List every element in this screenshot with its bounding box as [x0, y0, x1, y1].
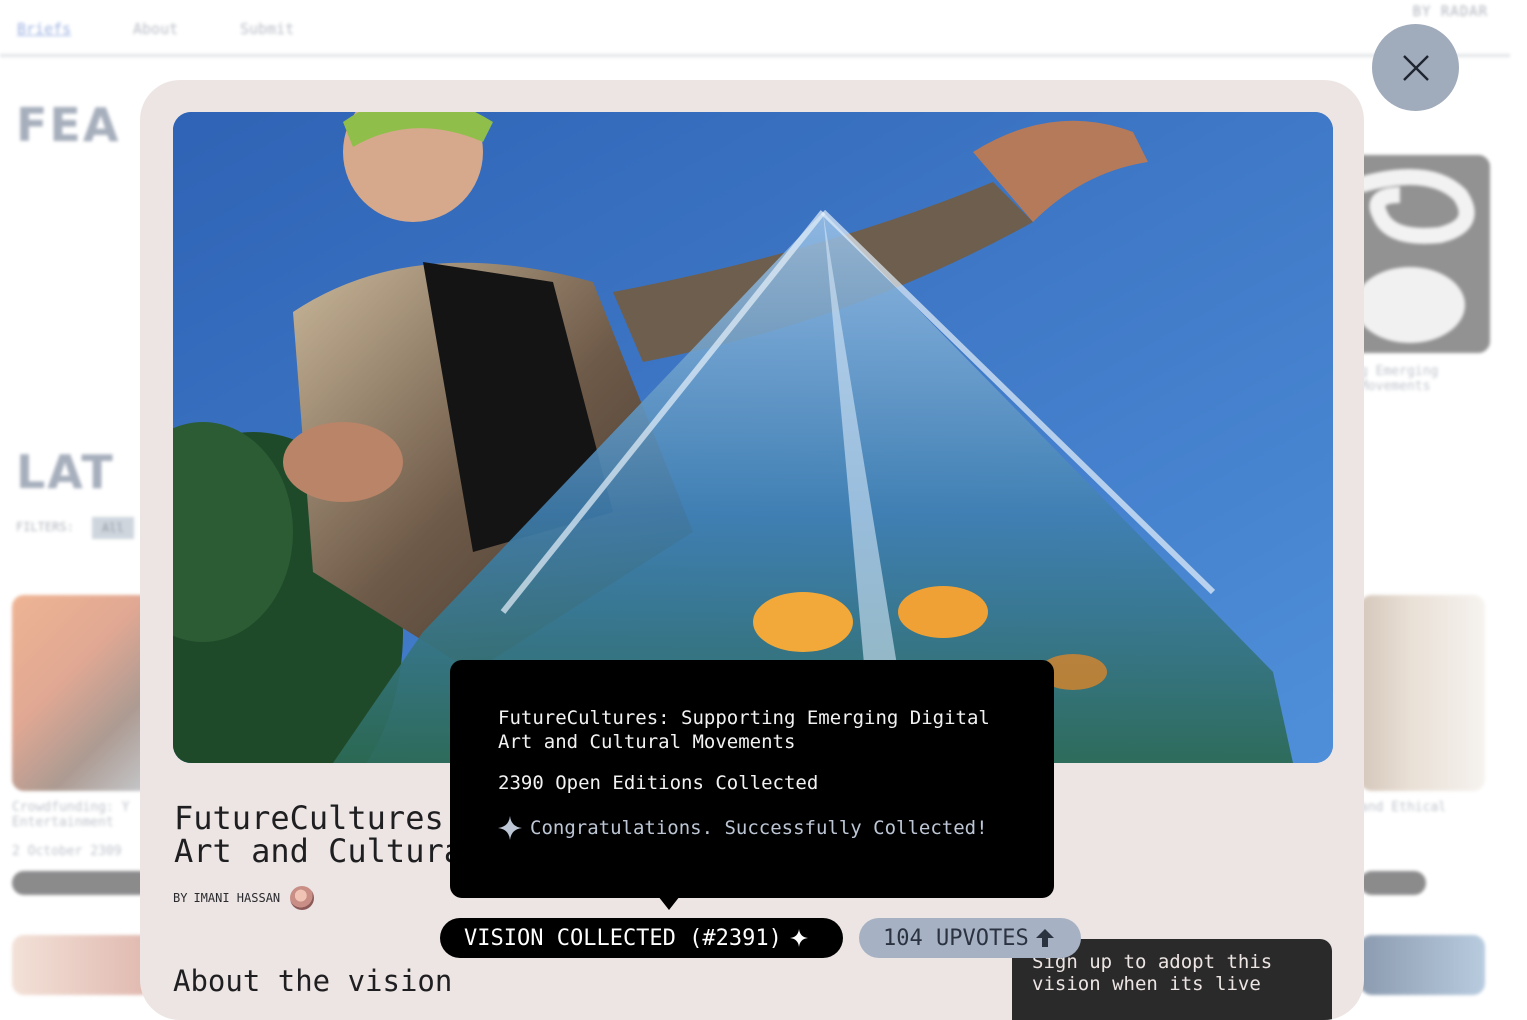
- author-avatar[interactable]: [290, 886, 315, 910]
- latest-card-left-text: Crowdfunding: Y Entertainment: [12, 800, 130, 830]
- upvotes-label: 104 UPVOTES: [883, 925, 1029, 951]
- latest-heading: LAT: [16, 445, 115, 499]
- tooltip-arrow: [658, 896, 680, 910]
- bottom-card-right-image[interactable]: [1360, 935, 1485, 995]
- sparkle-icon: [789, 929, 808, 947]
- byline-prefix: BY: [173, 891, 188, 905]
- collected-label: VISION COLLECTED (#2391): [464, 925, 782, 951]
- upvote-button[interactable]: 104 UPVOTES: [859, 918, 1081, 958]
- vision-collected-button[interactable]: VISION COLLECTED (#2391): [440, 918, 843, 958]
- tooltip-success-text: Congratulations. Successfully Collected!: [530, 817, 988, 839]
- latest-card-right-button[interactable]: [1360, 871, 1426, 895]
- featured-heading: FEA: [16, 98, 121, 152]
- featured-card-text-1: g Emerging: [1360, 364, 1439, 379]
- latest-card-right-text: and Ethical: [1360, 800, 1447, 815]
- nav-link-about[interactable]: About: [133, 20, 178, 38]
- signup-text: Sign up to adopt this vision when its li…: [1032, 951, 1273, 995]
- author-name[interactable]: IMANI HASSAN: [193, 891, 280, 905]
- close-icon: [1402, 54, 1429, 81]
- filters-label: FILTERS:: [16, 520, 74, 534]
- vision-title-line-2: Art and Cultura: [174, 832, 463, 870]
- bottom-card-left-image[interactable]: [12, 935, 152, 995]
- nav-link-submit[interactable]: Submit: [240, 20, 294, 38]
- tooltip-title: FutureCultures: Supporting Emerging Digi…: [498, 707, 990, 753]
- tooltip-edition-count: 2390 Open Editions Collected: [498, 772, 819, 794]
- vision-title-line-1: FutureCultures:: [174, 799, 463, 837]
- top-nav: Briefs About Submit BY RADAR: [0, 0, 1510, 57]
- latest-card-right-image[interactable]: [1360, 595, 1485, 791]
- sparkle-icon: [498, 816, 522, 840]
- upvote-arrow-icon: [1035, 929, 1054, 947]
- latest-card-left-date: 2 October 2309: [12, 844, 122, 859]
- nav-link-briefs[interactable]: Briefs: [17, 20, 71, 38]
- filter-all-chip[interactable]: All: [92, 517, 134, 539]
- byline: BY IMANI HASSAN: [173, 886, 315, 910]
- about-heading: About the vision: [173, 964, 453, 998]
- close-button[interactable]: [1372, 24, 1459, 111]
- latest-card-left-image[interactable]: [12, 595, 152, 791]
- brand-label: BY RADAR: [1412, 4, 1488, 20]
- tooltip-success-message: Congratulations. Successfully Collected!: [498, 816, 1006, 840]
- featured-card-text-2: Movements: [1360, 379, 1431, 394]
- collected-tooltip: FutureCultures: Supporting Emerging Digi…: [450, 660, 1054, 898]
- latest-card-left-button[interactable]: [12, 871, 152, 895]
- vision-title: FutureCultures: Art and Cultura: [174, 802, 463, 868]
